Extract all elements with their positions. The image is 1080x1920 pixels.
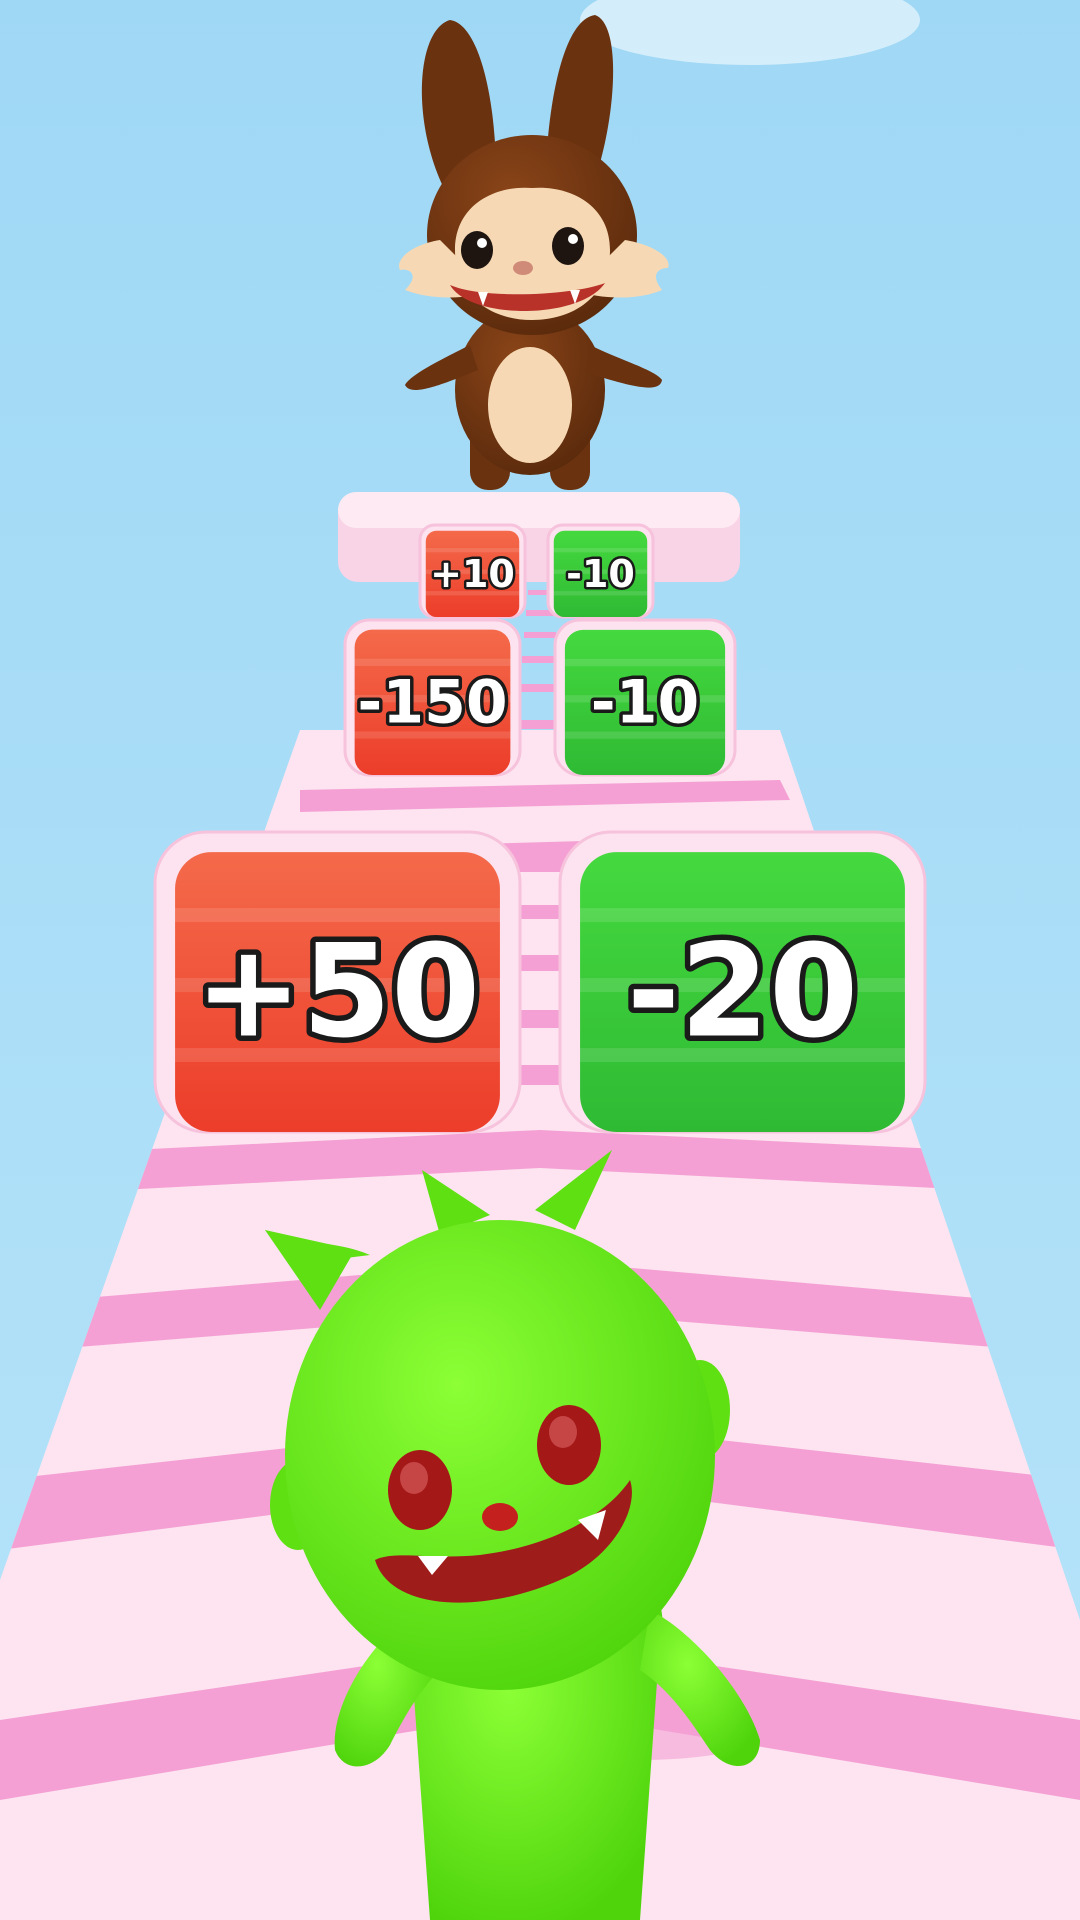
gate-label: +50 [195,918,480,1067]
gate-label: +10 [430,552,515,596]
gate-label: -10 [591,667,699,737]
gate-mid-left[interactable]: -150 [343,618,522,777]
gate-far-right[interactable]: -10 [546,523,655,619]
gate-gloss [564,658,726,667]
gate-near-right[interactable]: -20 [558,830,927,1134]
game-stage[interactable]: +10 -10 -150 -10 +50 -20 [0,0,1080,1920]
game-scene[interactable]: +10 -10 -150 -10 +50 -20 [0,0,1080,1920]
gate-near-left[interactable]: +50 [153,830,522,1134]
gate-far-left[interactable]: +10 [418,523,527,619]
gate-gloss [354,658,511,666]
gate-mid-right[interactable]: -10 [553,618,737,777]
gate-label: -10 [566,552,635,596]
gate-label: -20 [627,918,858,1067]
gate-label: -150 [357,667,507,737]
boss-pedestal [338,492,740,582]
